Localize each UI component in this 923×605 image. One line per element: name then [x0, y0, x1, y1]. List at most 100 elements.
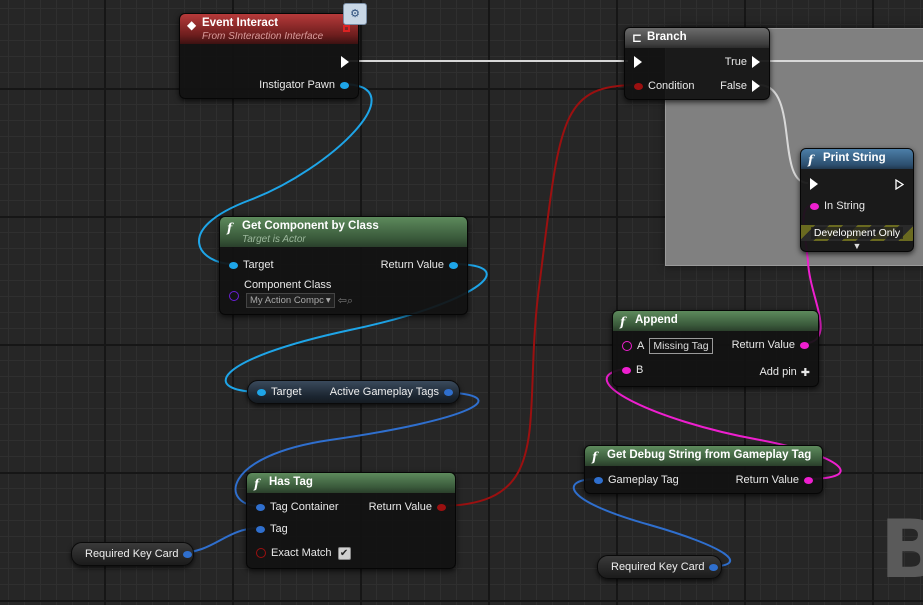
print-instring-row: In String: [805, 198, 865, 214]
component-class-label: Component Class: [244, 279, 332, 291]
debug-gameplay-tag-row: Gameplay Tag: [589, 472, 679, 488]
has-tag-container-row: Tag Container: [251, 499, 339, 515]
branch-true-label: True: [724, 56, 747, 68]
print-instring-label: In String: [824, 200, 865, 212]
append-a-textbox[interactable]: Missing Tag: [649, 338, 713, 354]
branch-false-label: False: [720, 80, 747, 92]
get-component-subtitle: Target is Actor: [242, 234, 306, 245]
function-icon: f: [620, 315, 626, 329]
get-component-return-row: Return Value: [381, 257, 463, 273]
function-icon: f: [227, 221, 233, 235]
has-tag-title: Has Tag: [269, 476, 313, 488]
get-debug-string-node[interactable]: f Get Debug String from Gameplay Tag Gam…: [584, 445, 823, 494]
debug-return-row: Return Value: [736, 472, 818, 488]
append-b-row: B: [617, 362, 643, 378]
debug-return-pin[interactable]: [804, 476, 813, 484]
print-exec-out-pin[interactable]: [895, 178, 904, 190]
print-exec-in-pin[interactable]: [810, 178, 818, 190]
append-a-row: A Missing Tag: [617, 338, 713, 354]
instigator-pawn-label: Instigator Pawn: [259, 79, 335, 91]
active-tags-target-label: Target: [271, 386, 302, 398]
print-string-node[interactable]: f Print String In String Development Onl…: [800, 148, 914, 252]
has-tag-exact-pin[interactable]: [256, 548, 266, 558]
has-tag-tag-pin[interactable]: [256, 525, 265, 533]
add-pin-label: Add pin: [759, 366, 797, 378]
development-only-banner: Development Only: [801, 225, 913, 241]
branch-condition-row: Condition: [629, 78, 694, 94]
has-tag-node[interactable]: f Has Tag Tag Container Return Value Tag…: [246, 472, 456, 569]
has-tag-tag-label: Tag: [270, 523, 288, 535]
add-pin-button[interactable]: Add pin ✚: [759, 364, 810, 380]
append-a-pin[interactable]: [622, 341, 632, 351]
required-key-card-pin[interactable]: [182, 550, 192, 558]
has-tag-return-pin[interactable]: [437, 503, 446, 511]
branch-node[interactable]: ⊏ Branch True Condition False: [624, 27, 770, 100]
has-tag-return-label: Return Value: [368, 501, 432, 513]
event-interact-node[interactable]: ◆ Event Interact From SInteraction Inter…: [179, 13, 359, 99]
comment-watermark-letter: B: [880, 503, 923, 596]
event-interact-title: Event Interact: [202, 17, 279, 29]
get-component-by-class-node[interactable]: f Get Component by Class Target is Actor…: [219, 216, 468, 315]
print-string-header[interactable]: f Print String: [801, 149, 913, 169]
branch-false-pin[interactable]: [752, 80, 760, 92]
component-class-pin[interactable]: [229, 291, 239, 301]
required-key-card-var-2[interactable]: Required Key Card: [597, 555, 722, 579]
get-component-header[interactable]: f Get Component by Class Target is Actor: [220, 217, 467, 247]
active-tags-output-pin[interactable]: [444, 388, 453, 396]
expand-arrow-icon[interactable]: ▼: [801, 241, 913, 251]
event-exec-out-row: [336, 54, 354, 70]
get-component-target-row: Target: [224, 257, 274, 273]
get-component-target-pin[interactable]: [229, 261, 238, 269]
active-tags-target-pin[interactable]: [257, 388, 266, 396]
debug-gameplay-tag-pin[interactable]: [594, 476, 603, 484]
has-tag-return-row: Return Value: [369, 499, 451, 515]
add-pin-icon: ✚: [800, 366, 810, 379]
append-b-label: B: [636, 364, 644, 376]
branch-exec-in-pin[interactable]: [634, 56, 642, 68]
append-header[interactable]: f Append: [613, 311, 818, 331]
append-return-row: Return Value: [732, 337, 814, 353]
branch-false-row: False: [720, 78, 765, 94]
branch-header[interactable]: ⊏ Branch: [625, 28, 769, 48]
required-key-card-var-1[interactable]: Required Key Card: [71, 542, 194, 566]
append-return-pin[interactable]: [800, 341, 809, 349]
branch-condition-pin[interactable]: [634, 82, 643, 90]
event-diamond-icon: ◆: [187, 18, 197, 32]
required-key-card-label: Required Key Card: [611, 561, 705, 573]
component-class-row: Component Class My Action Compc ▾ ⇦⌕: [224, 279, 353, 308]
debug-return-label: Return Value: [735, 474, 799, 486]
exec-out-pin[interactable]: [341, 56, 349, 68]
required-key-card-label: Required Key Card: [85, 548, 179, 560]
print-exec-in-row: [805, 176, 823, 192]
has-tag-container-pin[interactable]: [256, 503, 265, 511]
append-return-label: Return Value: [731, 339, 795, 351]
get-debug-string-title: Get Debug String from Gameplay Tag: [607, 449, 812, 461]
component-class-combo[interactable]: My Action Compc ▾: [246, 293, 335, 308]
print-instring-pin[interactable]: [810, 202, 819, 210]
print-exec-out-row: [890, 176, 909, 192]
browse-icon[interactable]: ⇦⌕: [338, 294, 353, 308]
branch-icon: ⊏: [632, 31, 643, 45]
branch-true-row: True: [725, 54, 765, 70]
required-key-card-pin[interactable]: [708, 563, 718, 571]
append-node[interactable]: f Append A Missing Tag Return Value B Ad…: [612, 310, 819, 387]
exact-match-checkbox[interactable]: ✔: [337, 546, 351, 560]
event-interact-header[interactable]: ◆ Event Interact From SInteraction Inter…: [180, 14, 358, 44]
function-icon: f: [254, 477, 260, 491]
interface-red-marker: [343, 25, 350, 32]
branch-condition-label: Condition: [648, 80, 695, 92]
print-string-title: Print String: [823, 152, 886, 164]
active-gameplay-tags-node[interactable]: Target Active Gameplay Tags: [247, 380, 460, 404]
instigator-pawn-pin[interactable]: [340, 81, 349, 89]
branch-exec-in-row: [629, 54, 647, 70]
branch-true-pin[interactable]: [752, 56, 760, 68]
get-debug-string-header[interactable]: f Get Debug String from Gameplay Tag: [585, 446, 822, 466]
append-b-pin[interactable]: [622, 366, 631, 374]
function-icon: f: [592, 450, 598, 464]
get-component-return-pin[interactable]: [449, 261, 458, 269]
has-tag-header[interactable]: f Has Tag: [247, 473, 455, 493]
append-title: Append: [635, 314, 678, 326]
has-tag-container-label: Tag Container: [270, 501, 339, 513]
interface-message-icon: ⚙: [343, 3, 367, 25]
get-component-target-label: Target: [243, 259, 274, 271]
